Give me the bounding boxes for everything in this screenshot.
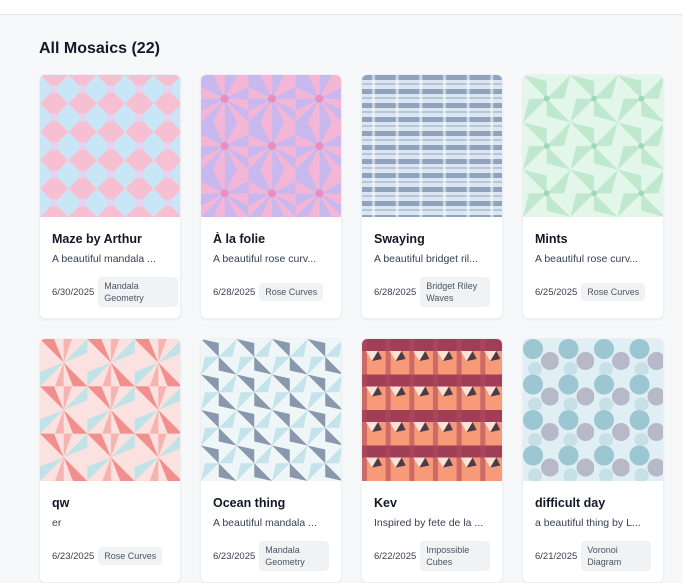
card-date: 6/21/2025 [535,550,578,562]
card-meta: 6/23/2025 Mandala Geometry [213,539,339,573]
card-title: Maze by Arthur [52,232,142,246]
mosaic-thumbnail[interactable] [362,75,502,217]
card-date: 6/25/2025 [535,286,578,298]
mosaic-thumbnail[interactable] [201,339,341,481]
card-title: Mints [535,232,568,246]
page-title: All Mosaics (22) [39,40,160,57]
card-description: A beautiful rose curv... [535,253,639,265]
card-tag: Rose Curves [581,283,646,301]
card-description: er [52,517,62,529]
card-title: Ocean thing [213,496,286,510]
card-tag: Mandala Geometry [98,277,178,307]
card-meta: 6/21/2025 Voronoi Diagram [535,539,661,573]
card-title: Swaying [374,232,425,246]
card-tag: Bridget Riley Waves [420,277,491,307]
mosaic-card[interactable]: qw er 6/23/2025 Rose Curves [39,338,181,583]
card-meta: 6/25/2025 Rose Curves [535,275,661,309]
card-description: A beautiful mandala ... [213,517,317,529]
card-date: 6/23/2025 [213,550,256,562]
card-date: 6/30/2025 [52,286,95,298]
mosaic-thumbnail[interactable] [523,75,663,217]
card-description: A beautiful mandala ... [52,253,156,265]
card-title: qw [52,496,70,510]
card-title: Kev [374,496,397,510]
card-meta: 6/28/2025 Bridget Riley Waves [374,275,500,309]
card-title: difficult day [535,496,606,510]
card-tag: Rose Curves [259,283,324,301]
mosaic-card[interactable]: Swaying A beautiful bridget ril... 6/28/… [361,74,503,319]
card-date: 6/28/2025 [213,286,256,298]
card-tag: Mandala Geometry [259,541,330,571]
card-description: A beautiful bridget ril... [374,253,478,265]
top-bar [0,0,683,15]
mosaic-thumbnail[interactable] [40,339,180,481]
mosaic-thumbnail[interactable] [201,75,341,217]
mosaic-card[interactable]: À la folie A beautiful rose curv... 6/28… [200,74,342,319]
card-date: 6/22/2025 [374,550,417,562]
card-date: 6/28/2025 [374,286,417,298]
mosaic-thumbnail[interactable] [362,339,502,481]
card-date: 6/23/2025 [52,550,95,562]
card-title: À la folie [213,232,266,246]
card-description: A beautiful rose curv... [213,253,317,265]
mosaic-card[interactable]: Mints A beautiful rose curv... 6/25/2025… [522,74,664,319]
card-meta: 6/22/2025 Impossible Cubes [374,539,500,573]
card-description: a beautiful thing by L... [535,517,641,529]
card-tag: Rose Curves [98,547,163,565]
card-meta: 6/30/2025 Mandala Geometry [52,275,178,309]
card-meta: 6/28/2025 Rose Curves [213,275,339,309]
card-tag: Voronoi Diagram [581,541,652,571]
card-tag: Impossible Cubes [420,541,491,571]
mosaic-thumbnail[interactable] [40,75,180,217]
mosaic-card[interactable]: Ocean thing A beautiful mandala ... 6/23… [200,338,342,583]
mosaic-card[interactable]: Kev Inspired by fete de la ... 6/22/2025… [361,338,503,583]
mosaic-card[interactable]: Maze by Arthur A beautiful mandala ... 6… [39,74,181,319]
card-description: Inspired by fete de la ... [374,517,484,529]
mosaic-card[interactable]: difficult day a beautiful thing by L... … [522,338,664,583]
mosaic-thumbnail[interactable] [523,339,663,481]
card-meta: 6/23/2025 Rose Curves [52,539,178,573]
